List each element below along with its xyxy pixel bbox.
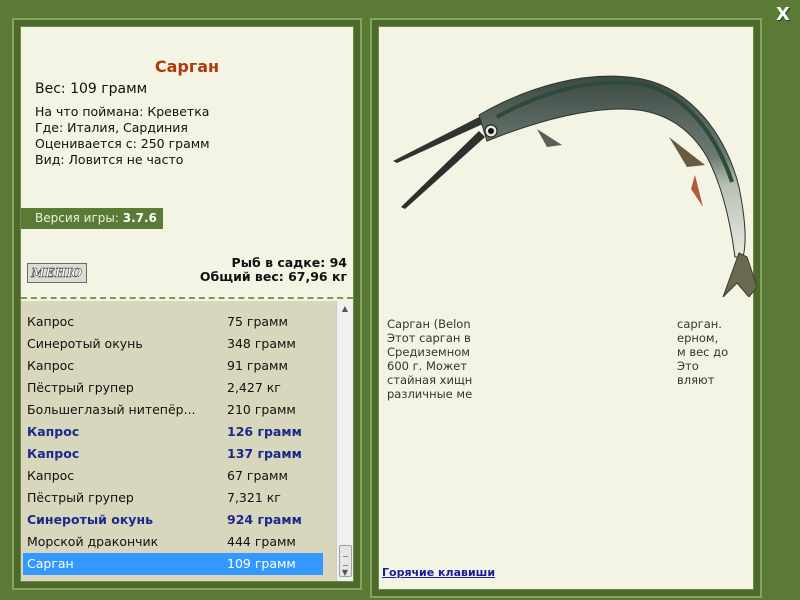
catch-item-name: Синеротый окунь: [27, 336, 143, 351]
garfish-image: [393, 75, 757, 297]
catch-item-weight: 75 грамм: [227, 314, 288, 329]
catch-item-weight: 348 грамм: [227, 336, 296, 351]
description-line-right: Это: [677, 359, 699, 373]
valued-from-text: Оценивается с: 250 грамм: [35, 136, 210, 151]
catch-item-weight: 210 грамм: [227, 402, 296, 417]
description-line: различные ме: [387, 387, 737, 401]
catch-list[interactable]: Капрос 75 грамм Синеротый окунь 348 грамм Ка…: [21, 301, 353, 581]
description-line-right: сарган.: [677, 317, 722, 331]
fish-weight: Вес: 109 грамм: [35, 81, 148, 97]
catch-item-name: Большеглазый нитепёр...: [27, 402, 196, 417]
catch-list-item[interactable]: Большеглазый нитепёр... 210 грамм: [23, 399, 323, 421]
description-line-right: м вес до: [677, 345, 729, 359]
catch-list-item[interactable]: Капрос 75 грамм: [23, 311, 323, 333]
catch-item-name: Капрос: [27, 358, 75, 373]
catch-list-item[interactable]: Капрос 126 грамм: [23, 421, 323, 443]
catch-item-weight: 444 грамм: [227, 534, 296, 549]
catch-item-weight: 137 грамм: [227, 446, 302, 461]
description-line: 600 г. Может Это: [387, 359, 737, 373]
catch-item-name: Морской дракончик: [27, 534, 159, 549]
catch-list-item[interactable]: Пёстрый групер 2,427 кг: [23, 377, 323, 399]
description-line-left: Средиземном: [387, 345, 470, 359]
catch-item-weight: 67 грамм: [227, 468, 288, 483]
catch-item-name: Пёстрый групер: [27, 380, 134, 395]
catch-list-item[interactable]: Синеротый окунь 348 грамм: [23, 333, 323, 355]
catch-list-item[interactable]: Пёстрый групер 7,321 кг: [23, 487, 323, 509]
fish-detail-panel: Сарган (Belon сарган. Этот сарган в ерном, С…: [370, 18, 762, 598]
rarity-text: Вид: Ловится не часто: [35, 152, 184, 167]
catch-item-name: Пёстрый групер: [27, 490, 134, 505]
fish-description: Сарган (Belon сарган. Этот сарган в ерном, С…: [387, 317, 737, 401]
fish-info-panel: Сарган Вес: 109 грамм На что поймана: Кр…: [12, 18, 362, 590]
catch-item-weight: 2,427 кг: [227, 380, 281, 395]
fish-detail-inner: Сарган (Belon сарган. Этот сарган в ерном, С…: [378, 26, 757, 590]
fish-in-cage-count: Рыб в садке: 94: [231, 255, 347, 270]
scroll-down-arrow-icon[interactable]: ▼: [337, 565, 353, 581]
version-value: 3.7.6: [122, 211, 157, 225]
catch-item-name: Синеротый окунь: [27, 512, 154, 527]
scrollbar[interactable]: ▲ ▼: [336, 301, 353, 581]
catch-list-item[interactable]: Капрос 67 грамм: [23, 465, 323, 487]
menu-button[interactable]: МЕНЮ: [27, 263, 87, 283]
catch-list-item[interactable]: Капрос 137 грамм: [23, 443, 323, 465]
catch-item-weight: 924 грамм: [227, 512, 302, 527]
catch-list-item[interactable]: Синеротый окунь 924 грамм: [23, 509, 323, 531]
hotkeys-link[interactable]: Горячие клавиши: [382, 566, 495, 579]
catch-list-item[interactable]: Сарган 109 грамм: [23, 553, 323, 575]
catch-item-name: Капрос: [27, 314, 75, 329]
catch-list-item[interactable]: Морской дракончик 444 грамм: [23, 531, 323, 553]
fish-info-inner: Сарган Вес: 109 грамм На что поймана: Кр…: [20, 26, 354, 582]
description-line-left: различные ме: [387, 387, 473, 401]
catch-list-item[interactable]: Капрос 91 грамм: [23, 355, 323, 377]
dashed-divider: [21, 297, 353, 299]
location-text: Где: Италия, Сардиния: [35, 120, 188, 135]
description-line-right: ерном,: [677, 331, 719, 345]
catch-item-weight: 109 грамм: [227, 556, 296, 571]
catch-item-weight: 91 грамм: [227, 358, 288, 373]
total-weight: Общий вес: 67,96 кг: [199, 269, 347, 284]
description-line: стайная хищн вляют: [387, 373, 737, 387]
catch-item-weight: 7,321 кг: [227, 490, 281, 505]
description-line-right: вляют: [677, 373, 715, 387]
version-label: Версия игры:: [35, 211, 119, 225]
description-line: Этот сарган в ерном,: [387, 331, 737, 345]
catch-item-name: Капрос: [27, 468, 75, 483]
caught-on-text: На что поймана: Креветка: [35, 104, 210, 119]
description-line: Средиземном м вес до: [387, 345, 737, 359]
version-banner: Версия игры: 3.7.6: [21, 208, 163, 229]
catch-item-weight: 126 грамм: [227, 424, 302, 439]
description-line: Сарган (Belon сарган.: [387, 317, 737, 331]
close-button[interactable]: X: [772, 4, 794, 26]
catch-item-name: Капрос: [27, 424, 80, 439]
description-line-left: 600 г. Может: [387, 359, 468, 373]
description-line-left: Этот сарган в: [387, 331, 471, 345]
catch-item-name: Капрос: [27, 446, 80, 461]
scroll-up-arrow-icon[interactable]: ▲: [337, 301, 353, 317]
catch-item-name: Сарган: [27, 556, 74, 571]
description-line-left: Сарган (Belon: [387, 317, 471, 331]
description-line-left: стайная хищн: [387, 373, 473, 387]
fish-title: Сарган: [154, 57, 220, 76]
